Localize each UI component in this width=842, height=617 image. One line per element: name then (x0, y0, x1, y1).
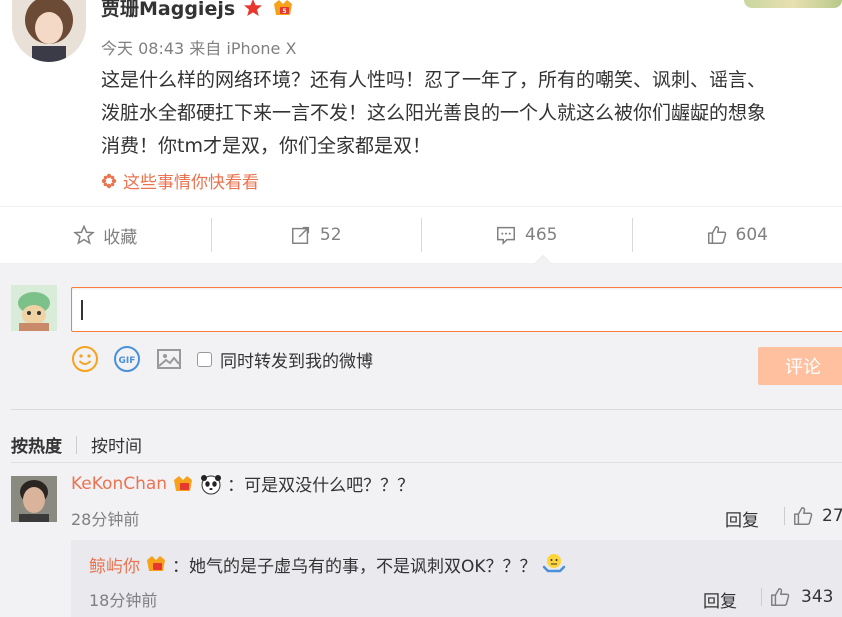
comment-count: 465 (525, 225, 558, 245)
repost-icon (291, 226, 309, 244)
forward-label: 同时转发到我的微博 (220, 351, 373, 372)
submit-comment-button[interactable]: 评论 (758, 347, 842, 385)
author-avatar[interactable] (12, 0, 86, 62)
post-line: 泼脏水全都硬扛下来一言不发！这么阳光善良的一个人就这么被你们龌龊的想象 (101, 102, 767, 124)
sub-commenter-name[interactable]: 鲸屿你 (89, 552, 140, 577)
comment-icon (497, 226, 515, 246)
post-line: 消费！你tm才是双，你们全家都是双！ (101, 135, 431, 157)
like-count: 604 (735, 225, 768, 245)
row-divider (11, 462, 842, 463)
sort-by-time-tab[interactable]: 按时间 (91, 432, 142, 457)
sub-comment-line: 鲸屿你 ：她气的是子虚乌有的事，不是讽刺双OK？？？ (89, 551, 567, 577)
svg-text:5: 5 (283, 8, 287, 15)
comment-like-button[interactable]: 27 (784, 505, 842, 527)
post-body: 这是什么样的网络环境？还有人性吗！忍了一年了，所有的嘲笑、讽刺、谣言、 泼脏水全… (101, 64, 839, 163)
composer-tools: GIF 同时转发到我的微博 (71, 345, 373, 373)
sub-comment-text: ：她气的是子虚乌有的事，不是讽刺双OK？？？ (172, 556, 537, 577)
image-icon[interactable] (155, 345, 183, 373)
related-link-text[interactable]: 这些事情你快看看 (123, 168, 259, 193)
commenter-avatar[interactable] (11, 476, 57, 522)
action-bar: 收藏 52 465 604 (0, 206, 842, 263)
text-cursor (81, 300, 83, 320)
thumbs-up-icon (794, 507, 813, 525)
comment-time: 28分钟前 (71, 510, 140, 529)
like-separator (761, 588, 762, 606)
repost-button[interactable]: 52 (210, 207, 422, 263)
member-badge-icon: 5 (274, 0, 293, 15)
sort-separator (76, 435, 77, 454)
favorite-label: 收藏 (103, 227, 138, 248)
comment-input[interactable] (71, 287, 842, 332)
panel-pointer (534, 255, 552, 264)
flower-icon (101, 173, 117, 188)
favorite-button[interactable]: 收藏 (0, 207, 211, 263)
gif-icon[interactable]: GIF (113, 345, 141, 373)
sub-reply-button[interactable]: 回复 (703, 587, 737, 612)
gif-label: GIF (119, 356, 136, 366)
sort-by-hot-tab[interactable]: 按热度 (11, 432, 62, 457)
shrug-emoji-icon (542, 554, 565, 573)
sort-tabs: 按热度 按时间 (11, 432, 142, 457)
related-link[interactable]: 这些事情你快看看 (101, 168, 259, 193)
like-button[interactable]: 604 (631, 207, 842, 263)
comment-like-count: 27 (822, 506, 842, 526)
emoji-icon[interactable] (71, 345, 99, 373)
panda-emoji-icon (201, 474, 222, 494)
author-line: 贾珊Maggiejs 5 (101, 0, 295, 21)
forward-checkbox[interactable] (197, 351, 212, 367)
comment-text: ：可是双没什么吧？？？ (227, 476, 415, 496)
sub-comment-like-button[interactable]: 343 (761, 586, 834, 608)
thumbs-up-icon (771, 588, 790, 606)
repost-count: 52 (319, 225, 342, 245)
forward-option[interactable]: 同时转发到我的微博 (197, 347, 373, 372)
my-avatar[interactable] (11, 285, 57, 331)
author-name[interactable]: 贾珊Maggiejs (101, 0, 235, 21)
comment-line: KeKonChan ：可是双没什么吧？？？ (71, 471, 415, 497)
post-meta: 今天 08:43 来自 iPhone X (101, 39, 297, 58)
decorative-banner (744, 0, 842, 8)
sub-comment-time: 18分钟前 (89, 591, 158, 610)
reply-button[interactable]: 回复 (725, 506, 759, 531)
star-outline-icon (73, 224, 96, 245)
commenter-name[interactable]: KeKonChan (71, 474, 167, 494)
comment-button[interactable]: 465 (421, 207, 632, 263)
member-badge-icon (147, 556, 165, 571)
thumbs-up-icon (707, 226, 726, 244)
member-badge-icon (174, 475, 193, 491)
like-separator (784, 507, 785, 525)
star-badge-icon (244, 0, 263, 16)
post-line: 这是什么样的网络环境？还有人性吗！忍了一年了，所有的嘲笑、讽刺、谣言、 (101, 69, 767, 91)
section-divider (11, 409, 842, 410)
sub-comment-like-count: 343 (801, 587, 834, 607)
